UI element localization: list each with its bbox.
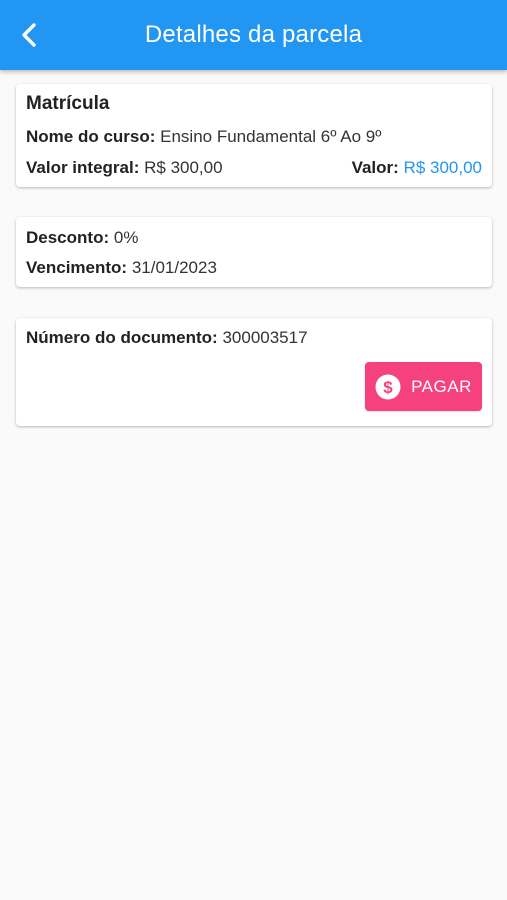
document-card: Número do documento: 300003517 $ PAGAR xyxy=(16,318,492,426)
app-bar: Detalhes da parcela xyxy=(0,0,507,70)
due-date-label: Vencimento: xyxy=(26,258,128,277)
document-number-value: 300003517 xyxy=(222,328,308,347)
pay-button[interactable]: $ PAGAR xyxy=(365,362,482,411)
enrollment-card: Matrícula Nome do curso: Ensino Fundamen… xyxy=(16,84,492,187)
dollar-circle-icon: $ xyxy=(375,374,401,399)
discount-card: Desconto: 0% Vencimento: 31/01/2023 xyxy=(16,217,492,287)
full-value-label: Valor integral: xyxy=(26,158,140,177)
value-label: Valor: xyxy=(351,158,399,177)
value-amount: R$ 300,00 xyxy=(403,158,482,177)
discount-value: 0% xyxy=(113,228,139,247)
enrollment-title: Matrícula xyxy=(26,93,110,114)
discount-label: Desconto: xyxy=(26,228,110,247)
full-value: R$ 300,00 xyxy=(144,158,223,177)
document-number-row: Número do documento: 300003517 xyxy=(26,328,308,348)
course-value: Ensino Fundamental 6º Ao 9º xyxy=(160,127,382,146)
course-label: Nome do curso: xyxy=(26,127,156,146)
discount-row: Desconto: 0% xyxy=(26,228,138,248)
course-row: Nome do curso: Ensino Fundamental 6º Ao … xyxy=(26,127,381,147)
page-title: Detalhes da parcela xyxy=(144,21,363,48)
pay-button-label: PAGAR xyxy=(411,376,472,396)
document-number-label: Número do documento: xyxy=(26,328,218,347)
due-date-value: 31/01/2023 xyxy=(131,258,217,277)
svg-text:$: $ xyxy=(383,378,393,397)
due-date-row: Vencimento: 31/01/2023 xyxy=(26,258,217,278)
chevron-left-icon xyxy=(22,23,36,47)
value-row: Valor: R$ 300,00 xyxy=(352,158,482,178)
back-button[interactable] xyxy=(12,17,48,53)
full-value-row: Valor integral: R$ 300,00 xyxy=(26,158,223,178)
